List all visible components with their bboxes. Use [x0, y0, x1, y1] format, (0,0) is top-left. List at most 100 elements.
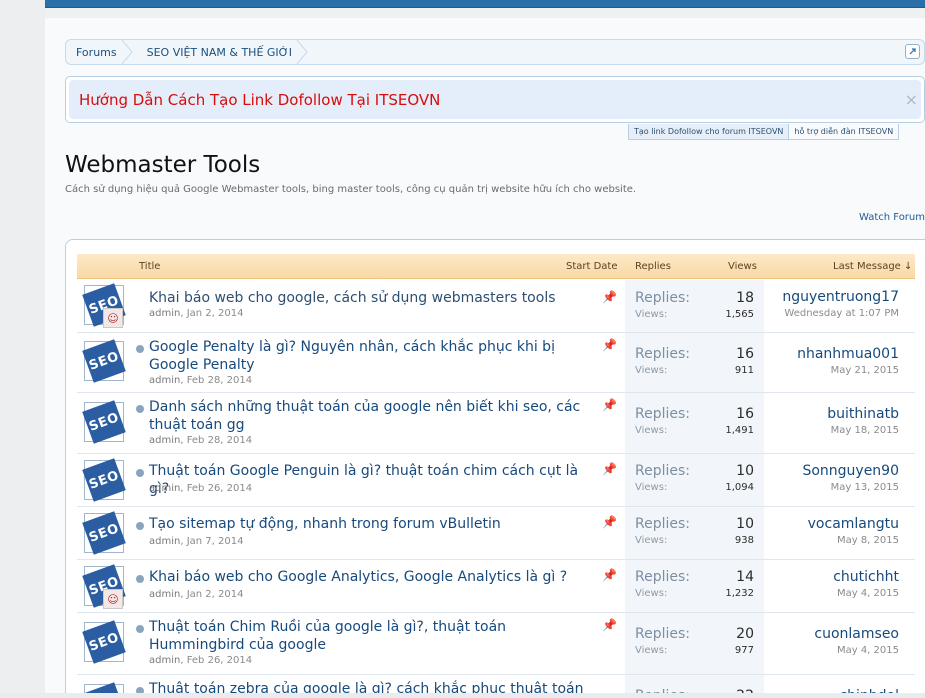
- last-message: cuonlamseo May 4, 2015: [814, 626, 899, 656]
- tag-item[interactable]: hỗ trợ diễn đàn ITSEOVN: [789, 124, 900, 140]
- last-user[interactable]: vocamlangtu: [808, 516, 899, 532]
- top-bar: [45, 0, 925, 8]
- replies-count: 10: [736, 463, 754, 479]
- avatar[interactable]: SEO: [82, 400, 126, 444]
- views-count: 1,232: [725, 588, 754, 599]
- thread-title[interactable]: Khai báo web cho Google Analytics, Googl…: [149, 568, 594, 586]
- table-row[interactable]: SEO Danh sách những thuật toán của googl…: [77, 393, 915, 454]
- last-date[interactable]: May 21, 2015: [797, 365, 899, 376]
- thread-stats: Replies: 10 Views: 938: [625, 507, 764, 559]
- thread-stats: Replies: 18 Views: 1,565: [625, 280, 764, 332]
- table-row[interactable]: SEO Thuật toán Google Penguin là gì? thu…: [77, 454, 915, 507]
- thread-author[interactable]: admin: [149, 589, 180, 600]
- header-title[interactable]: Title: [139, 261, 160, 272]
- table-row[interactable]: SEO Google Penalty là gì? Nguyên nhân, c…: [77, 333, 915, 393]
- header-start-date[interactable]: Start Date: [566, 261, 618, 272]
- bullet-icon: [136, 575, 144, 583]
- last-date[interactable]: Wednesday at 1:07 PM: [782, 308, 899, 319]
- breadcrumb: Forums SEO VIỆT NAM & THẾ GIỚI: [65, 39, 925, 65]
- thread-title[interactable]: Danh sách những thuật toán của google nê…: [149, 398, 594, 434]
- top-spacer: [45, 8, 925, 18]
- pin-icon: 📌: [602, 398, 617, 412]
- thread-title[interactable]: Tạo sitemap tự động, nhanh trong forum v…: [149, 515, 594, 533]
- last-date[interactable]: May 8, 2015: [808, 535, 899, 546]
- bullet-icon: [136, 625, 144, 633]
- replies-label: Replies:: [635, 516, 691, 532]
- thread-author[interactable]: admin: [149, 435, 180, 446]
- avatar-text: SEO: [82, 458, 126, 502]
- avatar[interactable]: SEO: [82, 511, 126, 555]
- bottom-border: [0, 693, 925, 698]
- thread-meta: admin, Feb 26, 2014: [149, 483, 253, 494]
- mini-avatar[interactable]: ☺: [103, 308, 123, 328]
- last-user[interactable]: nhanhmua001: [797, 346, 899, 362]
- avatar[interactable]: SEO: [82, 339, 126, 383]
- left-gutter: [0, 0, 45, 698]
- table-row[interactable]: SEO ☺ Khai báo web cho Google Analytics,…: [77, 560, 915, 613]
- views-label: Views:: [635, 309, 668, 320]
- thread-author[interactable]: admin: [149, 483, 180, 494]
- notice-text[interactable]: Hướng Dẫn Cách Tạo Link Dofollow Tại ITS…: [69, 80, 921, 119]
- thread-meta: admin, Feb 28, 2014: [149, 375, 253, 386]
- tag-item[interactable]: Tạo link Dofollow cho forum ITSEOVN: [628, 124, 790, 140]
- last-date[interactable]: May 18, 2015: [827, 425, 899, 436]
- avatar[interactable]: SEO: [82, 620, 126, 664]
- page-title: Webmaster Tools: [65, 152, 261, 178]
- views-label: Views:: [635, 482, 668, 493]
- replies-count: 18: [736, 290, 754, 306]
- close-icon[interactable]: ×: [905, 90, 918, 109]
- thread-stats: Replies: 14 Views: 1,232: [625, 560, 764, 612]
- last-user[interactable]: cuonlamseo: [814, 626, 899, 642]
- thread-stats: Replies: 10 Views: 1,094: [625, 454, 764, 506]
- breadcrumb-item-category[interactable]: SEO VIỆT NAM & THẾ GIỚI: [131, 40, 308, 64]
- bullet-icon: [136, 522, 144, 530]
- header-replies[interactable]: Replies: [635, 261, 671, 272]
- watch-forum-link[interactable]: Watch Forum: [859, 212, 925, 223]
- last-date[interactable]: May 4, 2015: [814, 645, 899, 656]
- thread-meta: admin, Feb 26, 2014: [149, 655, 253, 666]
- last-date[interactable]: May 4, 2015: [833, 588, 899, 599]
- thread-list-header: Title Start Date Replies Views Last Mess…: [77, 254, 915, 279]
- views-label: Views:: [635, 365, 668, 376]
- thread-author[interactable]: admin: [149, 308, 180, 319]
- views-count: 1,565: [725, 309, 754, 320]
- thread-title[interactable]: Google Penalty là gì? Nguyên nhân, cách …: [149, 338, 594, 374]
- last-user[interactable]: nguyentruong17: [782, 289, 899, 305]
- last-message: nguyentruong17 Wednesday at 1:07 PM: [782, 289, 899, 319]
- expand-icon[interactable]: [905, 44, 920, 59]
- bullet-icon: [136, 345, 144, 353]
- breadcrumb-label: SEO VIỆT NAM & THẾ GIỚI: [146, 45, 292, 59]
- last-user[interactable]: Sonnguyen90: [802, 463, 899, 479]
- last-user[interactable]: chutichht: [833, 569, 899, 585]
- table-row[interactable]: SEO ☺ Khai báo web cho google, cách sử d…: [77, 280, 915, 333]
- table-row[interactable]: SEO Tạo sitemap tự động, nhanh trong for…: [77, 507, 915, 560]
- header-views[interactable]: Views: [728, 261, 757, 272]
- table-row[interactable]: SEO Thuật toán Chim Ruồi của google là g…: [77, 613, 915, 675]
- header-last-message[interactable]: Last Message ↓: [833, 261, 912, 272]
- views-count: 977: [734, 645, 754, 656]
- breadcrumb-label: Forums: [76, 45, 117, 59]
- thread-date: Feb 26, 2014: [186, 483, 253, 494]
- replies-label: Replies:: [635, 569, 691, 585]
- avatar-text: SEO: [82, 400, 126, 444]
- last-message: chutichht May 4, 2015: [833, 569, 899, 599]
- thread-meta: admin, Jan 2, 2014: [149, 308, 244, 319]
- mini-avatar[interactable]: ☺: [103, 589, 123, 609]
- last-date[interactable]: May 13, 2015: [802, 482, 899, 493]
- breadcrumb-item-forums[interactable]: Forums: [66, 40, 133, 64]
- views-count: 1,491: [725, 425, 754, 436]
- thread-date: Jan 2, 2014: [186, 589, 244, 600]
- thread-author[interactable]: admin: [149, 375, 180, 386]
- last-user[interactable]: buithinatb: [827, 406, 899, 422]
- chevron-right-icon: [296, 40, 308, 64]
- avatar-text: SEO: [82, 339, 126, 383]
- bullet-icon: [136, 405, 144, 413]
- thread-author[interactable]: admin: [149, 536, 180, 547]
- views-count: 1,094: [725, 482, 754, 493]
- thread-title[interactable]: Thuật toán Chim Ruồi của google là gì?, …: [149, 618, 594, 654]
- thread-author[interactable]: admin: [149, 655, 180, 666]
- last-message: nhanhmua001 May 21, 2015: [797, 346, 899, 376]
- avatar[interactable]: SEO: [82, 458, 126, 502]
- notice-banner: Hướng Dẫn Cách Tạo Link Dofollow Tại ITS…: [65, 76, 925, 123]
- thread-title[interactable]: Khai báo web cho google, cách sử dụng we…: [149, 289, 594, 307]
